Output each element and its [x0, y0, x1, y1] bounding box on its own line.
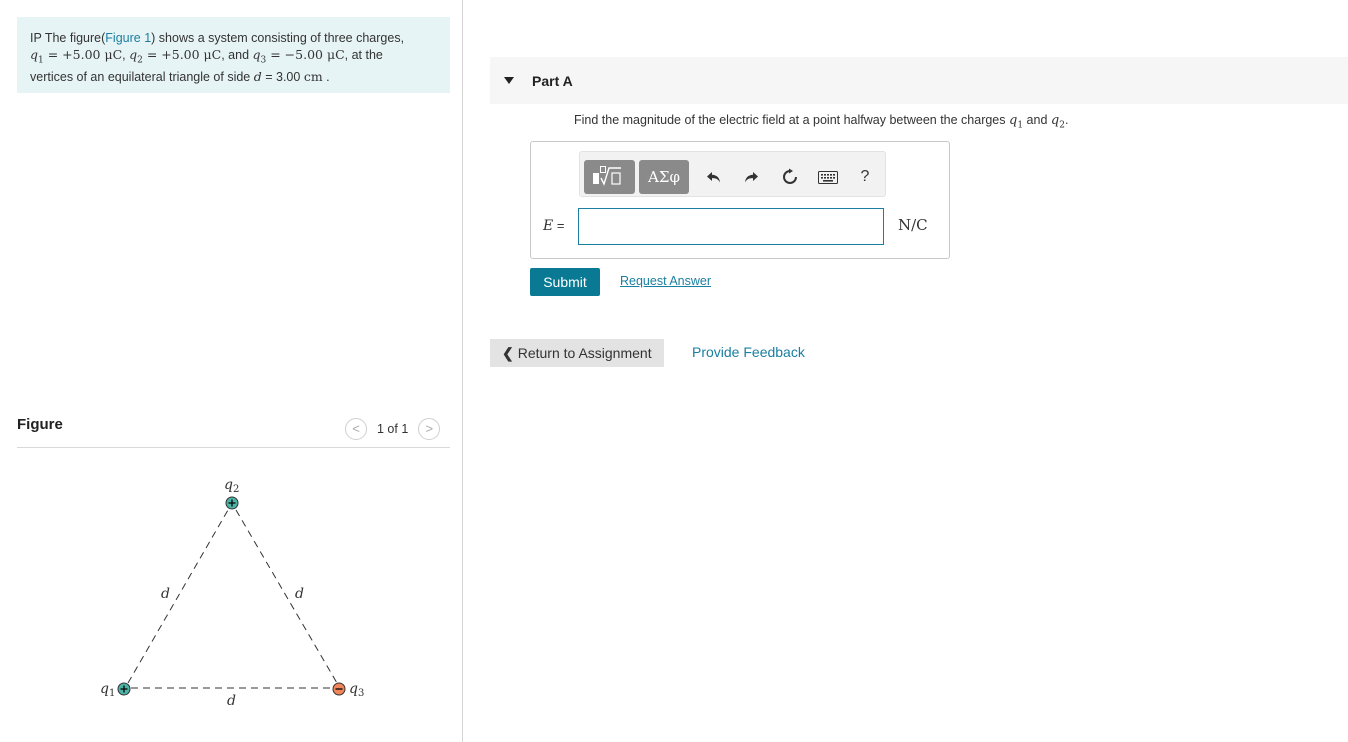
figure-link[interactable]: Figure 1: [105, 31, 151, 45]
submit-button[interactable]: Submit: [530, 268, 600, 296]
symbols-button[interactable]: ΑΣφ: [639, 160, 689, 194]
problem-line-3: vertices of an equilateral triangle of s…: [30, 69, 438, 86]
triangle-figure: q2 q1 q3 d d d: [100, 477, 364, 709]
next-figure-button[interactable]: >: [418, 417, 441, 440]
side-label-left: d: [161, 586, 170, 602]
charge-q3: [332, 682, 346, 696]
q1-value: = +5.00 μC: [43, 46, 123, 62]
reset-button[interactable]: [777, 164, 803, 190]
undo-icon: [707, 172, 720, 183]
question-q1: q1: [1009, 113, 1024, 131]
chevron-left-icon: ❮: [502, 344, 514, 361]
side-label-bottom: d: [227, 693, 236, 709]
answer-input[interactable]: [578, 208, 884, 245]
templates-button[interactable]: [584, 160, 635, 194]
return-to-assignment-button[interactable]: ❮ Return to Assignment: [490, 339, 664, 367]
figure-pager: < 1 of 1 >: [345, 416, 441, 441]
d-unit: cm: [303, 68, 323, 84]
question-q2: q2: [1050, 113, 1065, 131]
provide-feedback-link[interactable]: Provide Feedback: [692, 344, 805, 360]
side-label-right: d: [295, 586, 304, 602]
side-q1-q2: [127, 509, 229, 684]
problem-line-2: q1 = +5.00 μC, q2 = +5.00 μC, and q3 = −…: [30, 47, 438, 69]
charge-q2: [225, 496, 239, 510]
help-button[interactable]: ?: [852, 164, 878, 190]
part-a-label: Part A: [532, 72, 573, 89]
period: .: [322, 69, 330, 84]
problem-text: ) shows a system consisting of three cha…: [151, 31, 405, 45]
question-sentence: Find the magnitude of the electric field…: [574, 113, 1009, 127]
problem-text: , at the: [344, 47, 383, 62]
redo-button[interactable]: [738, 164, 764, 190]
side-q2-q3: [235, 509, 338, 684]
separator: , and: [221, 47, 253, 62]
reset-icon: [783, 168, 797, 184]
caret-down-icon[interactable]: [504, 77, 514, 84]
q1-symbol: q: [30, 46, 39, 62]
problem-prefix: IP: [30, 31, 42, 45]
keyboard-icon: [818, 170, 838, 184]
figure-divider: [17, 447, 450, 448]
undo-button[interactable]: [701, 164, 727, 190]
pager-text: 1 of 1: [377, 421, 409, 436]
question-text: Find the magnitude of the electric field…: [574, 113, 1068, 131]
left-panel: IP The figure(Figure 1) shows a system c…: [0, 0, 462, 742]
problem-line-1: IP The figure(Figure 1) shows a system c…: [30, 30, 438, 47]
d-value: = 3.00: [261, 69, 304, 84]
problem-text: The figure(: [41, 31, 106, 45]
prev-figure-button[interactable]: <: [345, 417, 367, 440]
q2-symbol: q: [129, 46, 138, 62]
q3-label: q3: [349, 681, 364, 699]
q3-symbol: q: [252, 46, 261, 62]
question-and: and: [1023, 113, 1051, 127]
q1-label: q1: [100, 681, 115, 699]
q2-label: q2: [224, 477, 239, 495]
problem-statement: IP The figure(Figure 1) shows a system c…: [17, 17, 450, 93]
d-symbol: d: [253, 68, 262, 84]
equals-sign: =: [553, 218, 565, 233]
templates-icon: [592, 166, 621, 186]
panel-divider: [462, 0, 463, 742]
chevron-left-icon: <: [352, 421, 360, 436]
answer-symbol: E: [543, 218, 554, 234]
problem-text: vertices of an equilateral triangle of s…: [30, 69, 254, 84]
q2-value: = +5.00 μC: [142, 46, 222, 62]
chevron-right-icon: >: [425, 421, 434, 436]
answer-box: ΑΣφ ? E = N/C: [530, 141, 950, 259]
part-a-header[interactable]: Part A: [490, 57, 1348, 104]
question-end: .: [1064, 113, 1069, 127]
charge-q1: [117, 682, 131, 696]
redo-icon: [745, 172, 758, 183]
math-toolbar: ΑΣφ ?: [579, 151, 886, 197]
figure-title: Figure: [17, 416, 63, 433]
units-label: N/C: [898, 216, 928, 234]
q3-value: = −5.00 μC: [266, 46, 345, 62]
request-answer-link[interactable]: Request Answer: [620, 274, 711, 288]
return-label: Return to Assignment: [517, 345, 652, 361]
answer-label: E =: [543, 218, 564, 234]
keyboard-button[interactable]: [815, 164, 841, 190]
